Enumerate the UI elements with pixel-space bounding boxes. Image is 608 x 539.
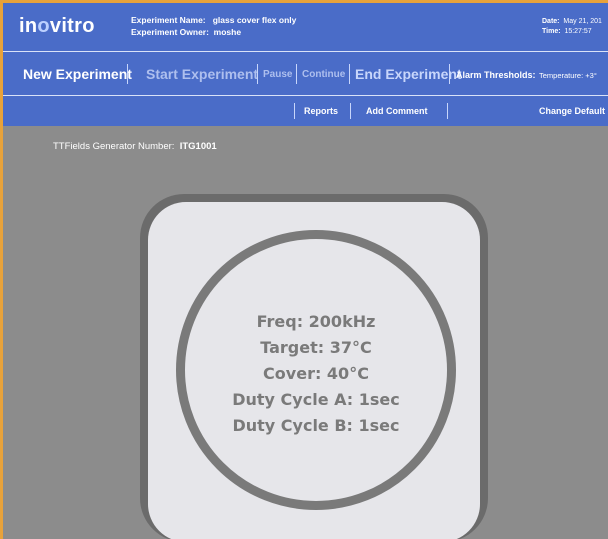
alarm-thresholds-label: Alarm Thresholds: bbox=[456, 70, 536, 80]
continue-button[interactable]: Continue bbox=[302, 69, 345, 80]
pause-button[interactable]: Pause bbox=[263, 69, 292, 80]
end-experiment-button[interactable]: End Experiment bbox=[355, 66, 462, 82]
date-value: May 21, 201 bbox=[563, 18, 602, 25]
change-default-button[interactable]: Change Default bbox=[539, 106, 605, 116]
cover-readout: Cover: 40°C bbox=[263, 364, 369, 383]
experiment-name-label: Experiment Name: bbox=[131, 15, 206, 25]
toolbar-divider bbox=[447, 103, 448, 119]
reports-button[interactable]: Reports bbox=[304, 106, 338, 116]
start-experiment-button[interactable]: Start Experiment bbox=[146, 66, 258, 82]
toolbar-divider bbox=[257, 64, 258, 84]
toolbar-divider bbox=[296, 64, 297, 84]
date-label: Date: bbox=[542, 18, 560, 25]
inovitro-logo: inovitro bbox=[19, 15, 95, 37]
header-bar: inovitro Experiment Name: glass cover fl… bbox=[3, 3, 608, 51]
toolbar-divider bbox=[349, 64, 350, 84]
toolbar-divider bbox=[294, 103, 295, 119]
add-comment-button[interactable]: Add Comment bbox=[366, 106, 428, 116]
generator-status-panel: Freq: 200kHz Target: 37°C Cover: 40°C Du… bbox=[140, 194, 488, 539]
duty-cycle-a-readout: Duty Cycle A: 1sec bbox=[232, 390, 400, 409]
toolbar-divider bbox=[127, 64, 128, 84]
readout-list: Freq: 200kHz Target: 37°C Cover: 40°C Du… bbox=[185, 309, 447, 439]
time-value: 15:27:57 bbox=[564, 28, 592, 35]
new-experiment-button[interactable]: New Experiment bbox=[23, 66, 132, 82]
toolbar-divider bbox=[449, 64, 450, 84]
experiment-name-value: glass cover flex only bbox=[212, 15, 297, 25]
duty-cycle-b-readout: Duty Cycle B: 1sec bbox=[232, 416, 400, 435]
experiment-owner-value: moshe bbox=[213, 27, 242, 37]
main-toolbar: New Experiment Start Experiment Pause Co… bbox=[3, 51, 608, 95]
experiment-owner-label: Experiment Owner: bbox=[131, 27, 209, 37]
generator-value: ITG1001 bbox=[179, 141, 217, 152]
experiment-info: Experiment Name: glass cover flex only E… bbox=[131, 14, 296, 38]
status-ring: Freq: 200kHz Target: 37°C Cover: 40°C Du… bbox=[176, 230, 456, 510]
temperature-threshold[interactable]: Temperature: +3° bbox=[539, 71, 597, 80]
target-readout: Target: 37°C bbox=[260, 338, 372, 357]
generator-number: TTFields Generator Number: ITG1001 bbox=[53, 141, 217, 152]
panel-face: Freq: 200kHz Target: 37°C Cover: 40°C Du… bbox=[148, 202, 480, 539]
date-time-info: Date: May 21, 201 Time: 15:27:57 bbox=[542, 17, 602, 37]
toolbar-divider bbox=[350, 103, 351, 119]
secondary-toolbar: Reports Add Comment Change Default bbox=[3, 95, 608, 126]
app-window: inovitro Experiment Name: glass cover fl… bbox=[0, 0, 608, 539]
generator-label: TTFields Generator Number: bbox=[53, 141, 175, 152]
freq-readout: Freq: 200kHz bbox=[256, 312, 376, 331]
time-label: Time: bbox=[542, 28, 561, 35]
